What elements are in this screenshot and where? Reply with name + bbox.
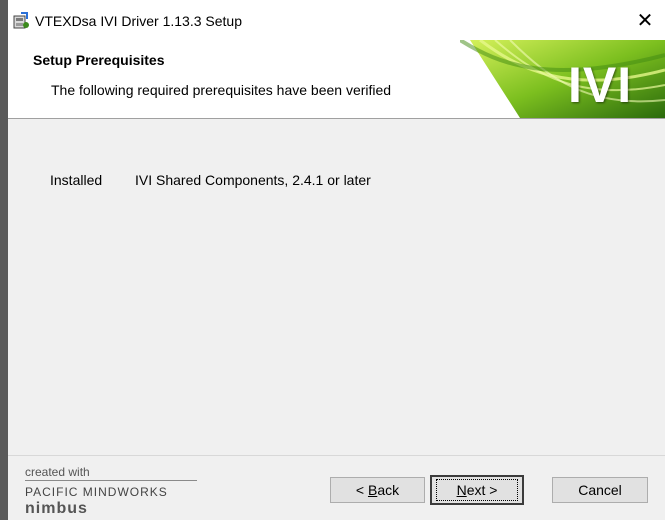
- banner-title: Setup Prerequisites: [33, 52, 165, 68]
- created-with-label: created with: [25, 465, 90, 479]
- installer-icon: [13, 12, 29, 29]
- window-title: VTEXDsa IVI Driver 1.13.3 Setup: [35, 13, 242, 29]
- brand-product: nimbus: [25, 500, 88, 517]
- back-label-mnemonic: B: [367, 482, 378, 498]
- close-button[interactable]: ✕: [625, 0, 665, 40]
- brand-company: PACIFIC MINDWORKS: [25, 485, 168, 499]
- banner-graphic: [460, 40, 665, 118]
- header-banner: Setup Prerequisites The following requir…: [8, 40, 665, 119]
- prerequisites-panel: Installed IVI Shared Components, 2.4.1 o…: [8, 119, 665, 454]
- setup-window: VTEXDsa IVI Driver 1.13.3 Setup ✕ Setup …: [8, 0, 665, 520]
- cancel-label: Cancel: [578, 482, 622, 498]
- brand-divider: [25, 480, 197, 481]
- title-bar[interactable]: VTEXDsa IVI Driver 1.13.3 Setup ✕: [8, 0, 665, 40]
- back-label-prefix: <: [355, 482, 368, 498]
- next-button[interactable]: Next >: [430, 475, 524, 505]
- footer: created with PACIFIC MINDWORKS nimbus < …: [8, 455, 665, 520]
- cancel-button[interactable]: Cancel: [552, 477, 648, 503]
- back-button[interactable]: < Back: [330, 477, 425, 503]
- prerequisite-name: IVI Shared Components, 2.4.1 or later: [135, 172, 371, 188]
- next-focus-rect: Next >: [436, 479, 518, 501]
- back-label-rest: ack: [377, 482, 400, 498]
- next-label-mnemonic: N: [456, 482, 467, 498]
- prerequisite-status: Installed: [50, 172, 103, 188]
- next-label-rest: ext >: [466, 482, 498, 498]
- ivi-logo: IVI: [568, 57, 633, 113]
- close-icon: ✕: [636, 9, 654, 32]
- banner-subtitle: The following required prerequisites hav…: [51, 82, 392, 98]
